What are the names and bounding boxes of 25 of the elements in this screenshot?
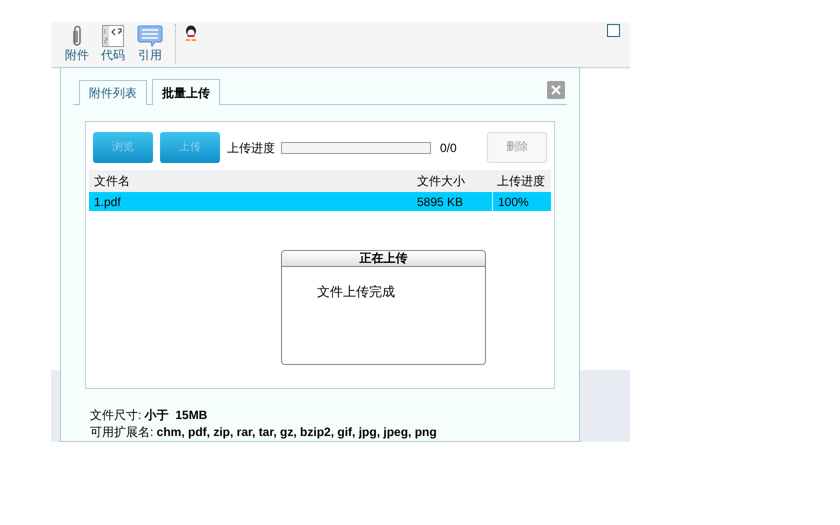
toolbar-label[interactable]: 代码 (101, 47, 125, 63)
table-cell: 100% (492, 192, 551, 211)
speech-bubble-icon (137, 25, 163, 47)
table-cell-text: 1.pdf (93, 194, 122, 210)
toolbar-label[interactable]: 附件 (65, 47, 89, 63)
table-row[interactable]: 1.pdf 5895 KB 100% (89, 192, 551, 211)
column-header: 上传进度 (496, 173, 546, 190)
tab[interactable]: 附件列表 (79, 80, 147, 105)
close-button[interactable] (547, 81, 565, 99)
checkbox[interactable] (607, 24, 620, 37)
column-header: 文件名 (93, 173, 131, 190)
code-icon (102, 25, 124, 47)
popup-title: 正在上传 (282, 251, 485, 267)
close-icon (551, 85, 561, 95)
paperclip-icon (70, 25, 84, 47)
note-text: 文件尺寸: 小于 15MB (90, 407, 208, 424)
tab[interactable]: 批量上传 (152, 79, 220, 105)
progress-reading: 0/0 (440, 140, 457, 156)
table-cell-text: 5895 KB (416, 194, 464, 210)
column-header: 文件大小 (416, 173, 466, 190)
popup-message: 文件上传完成 (316, 283, 396, 301)
progress-label: 上传进度 (227, 140, 275, 156)
penguin-icon[interactable] (184, 25, 198, 41)
toolbar-label[interactable]: 引用 (138, 47, 162, 63)
note-text: 可用扩展名: chm, pdf, zip, rar, tar, gz, bzip2, gif, jpg, jpeg, png (90, 424, 438, 441)
